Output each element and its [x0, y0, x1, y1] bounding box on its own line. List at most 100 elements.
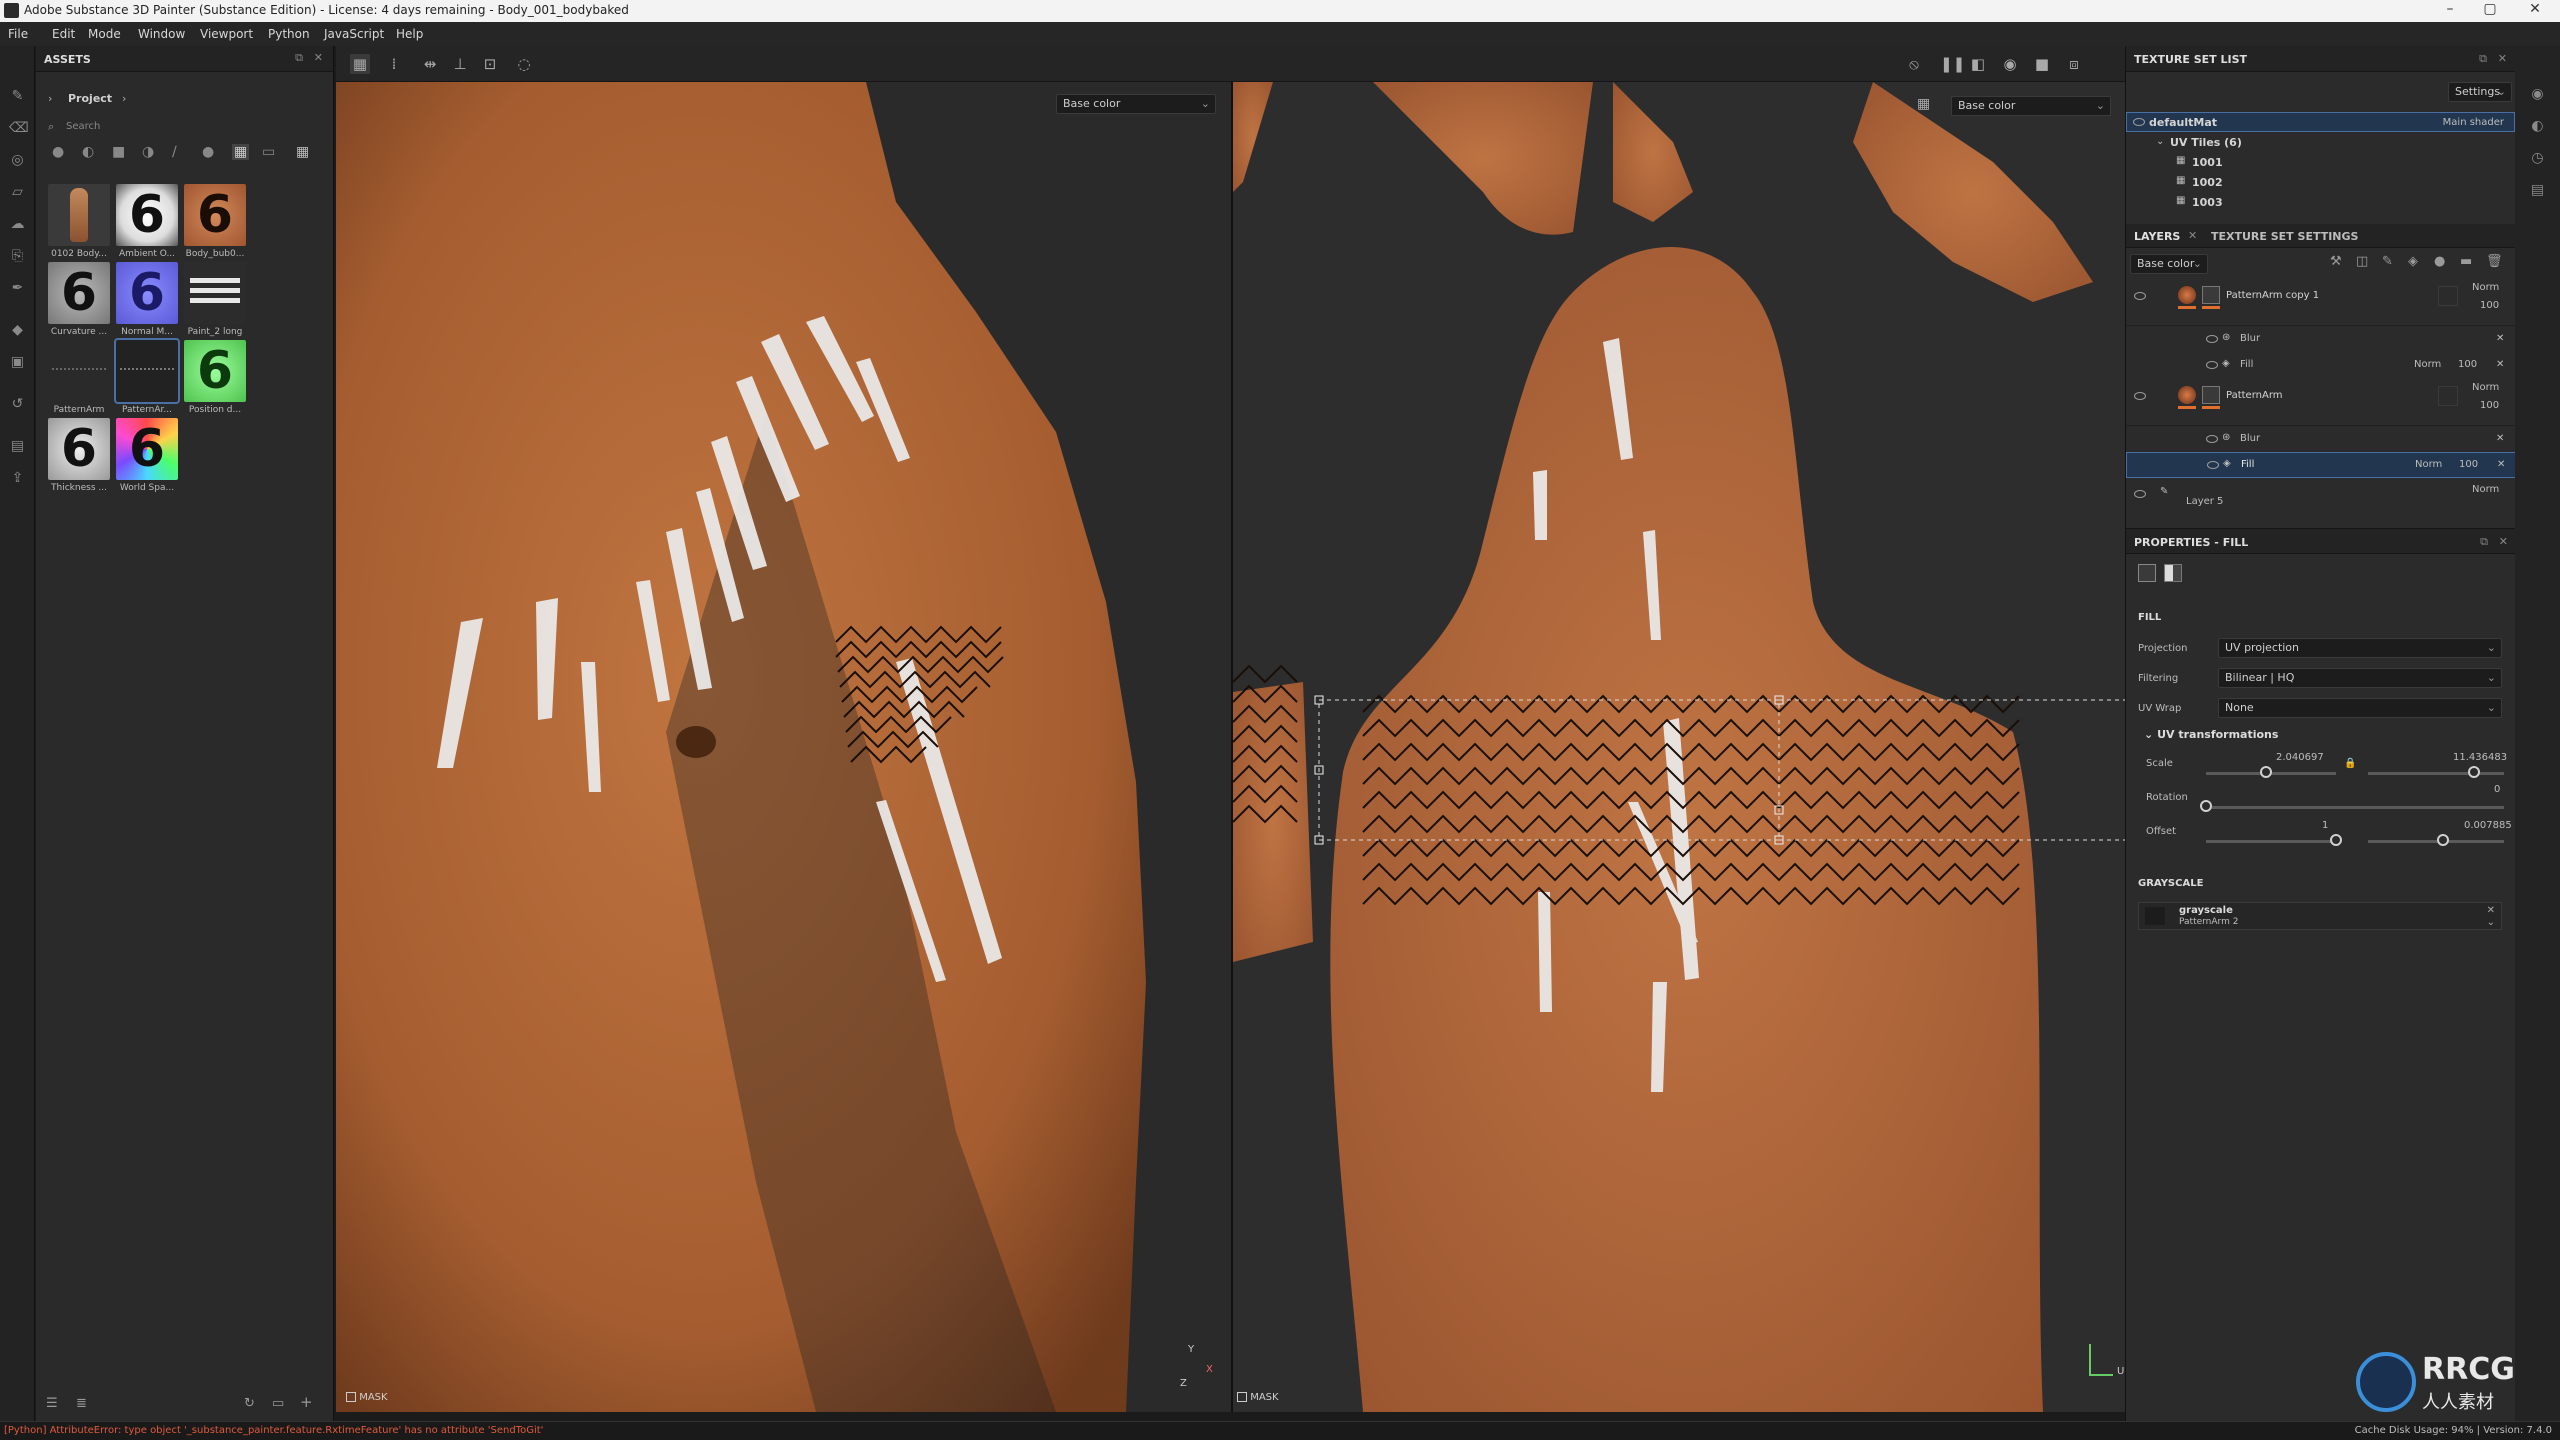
- uv-transform-toggle[interactable]: ⌄ UV transformations: [2144, 728, 2278, 741]
- projection-select[interactable]: UV projection ⌄: [2218, 638, 2502, 658]
- folder-icon[interactable]: ▭: [272, 1396, 284, 1411]
- picker-icon[interactable]: ✒: [9, 280, 26, 297]
- asset-thumb[interactable]: 6: [48, 418, 110, 480]
- minimize-button[interactable]: –: [2430, 1, 2470, 21]
- split-view-icon[interactable]: ◧: [1968, 54, 1988, 74]
- scale-y-knob[interactable]: [2468, 766, 2481, 778]
- smudge-icon[interactable]: ☁: [9, 216, 26, 233]
- log-icon[interactable]: ▤: [2529, 182, 2546, 199]
- texture-filter-icon[interactable]: ■: [112, 144, 125, 160]
- visibility-eye-icon[interactable]: [2134, 490, 2146, 498]
- effect-opacity[interactable]: 100: [2459, 459, 2478, 470]
- undock-icon[interactable]: ⧉: [2479, 52, 2487, 66]
- assets-tab-icon[interactable]: ▣: [9, 354, 26, 371]
- channel-select-left[interactable]: Base color ⌄: [1056, 94, 1216, 114]
- uvwrap-select[interactable]: None ⌄: [2218, 698, 2502, 718]
- rotation-slider[interactable]: [2206, 806, 2504, 809]
- texture-set-row[interactable]: defaultMat Main shader: [2126, 112, 2515, 132]
- undock-icon[interactable]: ⧉: [2480, 535, 2488, 549]
- rotation-knob[interactable]: [2200, 800, 2212, 812]
- blend-mode[interactable]: Norm: [2472, 282, 2499, 293]
- filtering-select[interactable]: Bilinear | HQ ⌄: [2218, 668, 2502, 688]
- visibility-eye-icon[interactable]: [2206, 361, 2218, 369]
- smart-material-filter-icon[interactable]: ◐: [82, 144, 94, 160]
- layer-mask-slot[interactable]: [2438, 386, 2458, 406]
- visibility-eye-icon[interactable]: [2207, 461, 2219, 469]
- menu-help[interactable]: Help: [396, 27, 423, 41]
- blend-mode[interactable]: Norm: [2415, 459, 2442, 470]
- blend-mode[interactable]: Norm: [2414, 359, 2441, 370]
- close-icon[interactable]: ✕: [2487, 905, 2495, 916]
- tab-texture-set-settings[interactable]: TEXTURE SET SETTINGS: [2211, 230, 2358, 243]
- undock-icon[interactable]: ⧉: [295, 51, 303, 65]
- chevron-down-icon[interactable]: ⌄: [2487, 917, 2495, 928]
- uv-tiles-row[interactable]: ⌄ UV Tiles (6): [2126, 132, 2515, 152]
- shelf-icon[interactable]: ▤: [9, 438, 26, 455]
- visibility-eye-icon[interactable]: [2133, 118, 2145, 126]
- channel-select-right[interactable]: Base color ⌄: [1951, 96, 2111, 116]
- scale-x-knob[interactable]: [2259, 766, 2272, 778]
- layer-row[interactable]: PatternArm copy 1 Norm 100: [2126, 280, 2516, 326]
- blend-mode[interactable]: Norm: [2472, 382, 2499, 393]
- grayscale-slot[interactable]: grayscale PatternArm 2 ✕ ⌄: [2138, 902, 2502, 930]
- asset-thumb[interactable]: 6: [184, 184, 246, 246]
- refresh-icon[interactable]: ↻: [244, 1396, 255, 1411]
- environment-filter-icon[interactable]: ●: [202, 144, 214, 160]
- layer-opacity[interactable]: 100: [2480, 400, 2499, 411]
- close-icon[interactable]: ✕: [2496, 333, 2504, 344]
- uv-tile-row[interactable]: ▦ 1002: [2126, 172, 2515, 192]
- screenshot-icon[interactable]: ⧈: [2064, 54, 2084, 74]
- layer-name[interactable]: Layer 5: [2186, 496, 2223, 507]
- close-icon[interactable]: ✕: [314, 51, 323, 64]
- asset-thumb-selected[interactable]: [114, 338, 180, 404]
- close-icon[interactable]: ✕: [2188, 229, 2197, 242]
- effect-row[interactable]: ⊛ Blur ✕: [2126, 426, 2516, 452]
- menu-python[interactable]: Python: [268, 27, 310, 41]
- settings-dropdown[interactable]: Settings ⌄: [2448, 82, 2512, 102]
- menu-viewport[interactable]: Viewport: [200, 27, 253, 41]
- asset-thumb[interactable]: [48, 340, 110, 402]
- layers-channel-select[interactable]: Base color ⌄: [2130, 254, 2208, 274]
- effect-opacity[interactable]: 100: [2458, 359, 2477, 370]
- add-paint-layer-icon[interactable]: ✎: [2382, 254, 2393, 269]
- material-filter-icon[interactable]: ●: [52, 144, 64, 160]
- clone-icon[interactable]: ⎘: [9, 248, 26, 265]
- add-smart-material-icon[interactable]: ●: [2434, 254, 2445, 269]
- asset-thumb[interactable]: 6: [48, 262, 110, 324]
- close-icon[interactable]: ✕: [2496, 359, 2504, 370]
- brush-filter-icon[interactable]: ∕: [172, 144, 177, 160]
- view-mode-icon[interactable]: ▦: [350, 54, 370, 74]
- layer-row[interactable]: PatternArm Norm 100: [2126, 380, 2516, 426]
- offset-x-slider[interactable]: [2206, 840, 2336, 843]
- asset-thumb[interactable]: 6: [116, 184, 178, 246]
- menu-file[interactable]: File: [8, 27, 28, 41]
- camera-icon[interactable]: ■: [2032, 54, 2052, 74]
- chevron-right-icon[interactable]: ›: [48, 92, 52, 105]
- close-icon[interactable]: ✕: [2497, 459, 2505, 470]
- uv-grid-icon[interactable]: ▦: [1917, 96, 1930, 112]
- history-icon[interactable]: ◷: [2529, 150, 2546, 167]
- sort-icon[interactable]: ≣: [76, 1396, 87, 1411]
- viewport-2d[interactable]: ▦ Base color ⌄ MASK U: [1231, 82, 2125, 1412]
- layer-name[interactable]: PatternArm copy 1: [2226, 290, 2319, 301]
- camera-reset-icon[interactable]: ◌: [514, 54, 534, 74]
- projection-icon[interactable]: ◎: [9, 152, 26, 169]
- menu-mode[interactable]: Mode: [88, 27, 121, 41]
- uv-tile-row[interactable]: ▦ 1003: [2126, 192, 2515, 212]
- offset-y-knob[interactable]: [2436, 834, 2449, 846]
- scale-y-value[interactable]: 11.436483: [2453, 752, 2507, 763]
- pause-icon[interactable]: ❚❚: [1940, 54, 1965, 74]
- add-folder-icon[interactable]: ▬: [2460, 254, 2472, 269]
- lock-icon[interactable]: 🔒: [2344, 758, 2356, 769]
- asset-thumb[interactable]: [184, 262, 246, 324]
- close-icon[interactable]: ✕: [2499, 535, 2508, 548]
- visibility-eye-icon[interactable]: [2206, 335, 2218, 343]
- frame-icon[interactable]: ⊡: [480, 54, 500, 74]
- effect-row[interactable]: ⊛ Blur ✕: [2126, 326, 2516, 352]
- layout-icon[interactable]: ⁞: [384, 54, 404, 74]
- close-icon[interactable]: ✕: [2496, 433, 2504, 444]
- history-icon[interactable]: ↺: [9, 396, 26, 413]
- layer-opacity[interactable]: 100: [2480, 300, 2499, 311]
- asset-thumb[interactable]: 6: [184, 340, 246, 402]
- maximize-button[interactable]: ▢: [2470, 1, 2510, 21]
